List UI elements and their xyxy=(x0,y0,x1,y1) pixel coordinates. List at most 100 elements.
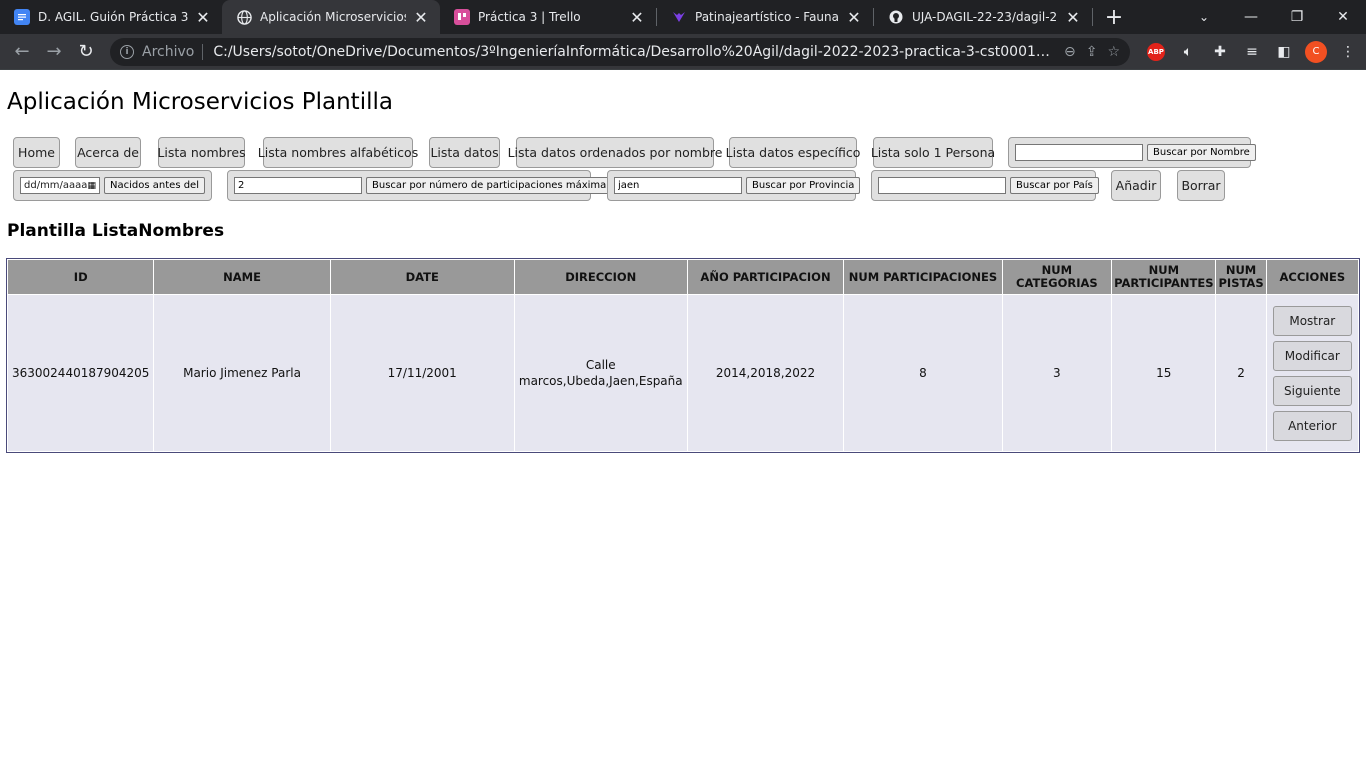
cell-direccion: Calle marcos,Ubeda,Jaen,España xyxy=(514,295,687,451)
omnibox-separator xyxy=(202,43,204,60)
header-id: ID xyxy=(8,260,154,294)
modify-button[interactable]: Modificar xyxy=(1272,340,1352,371)
country-group: Buscar por País xyxy=(871,170,1099,201)
trello-icon xyxy=(454,9,470,25)
section-title: Plantilla ListaNombres xyxy=(7,221,225,241)
names-alpha-button[interactable]: Lista nombres alfabéticos xyxy=(258,137,418,168)
search-name-button[interactable]: Buscar por Nombre xyxy=(1147,144,1256,161)
forward-icon[interactable]: → xyxy=(38,36,70,68)
single-person-button[interactable]: Lista solo 1 Persona xyxy=(871,137,995,168)
back-icon[interactable]: ← xyxy=(6,36,38,68)
country-input[interactable] xyxy=(878,177,1006,194)
data-list-button[interactable]: Lista datos xyxy=(429,137,500,168)
page-title: Aplicación Microservicios Plantilla xyxy=(7,89,393,115)
side-panel-icon[interactable]: ◧ xyxy=(1272,40,1296,64)
max-participations-button[interactable]: Buscar por número de participaciones máx… xyxy=(366,177,613,194)
names-table: ID NAME DATE DIRECCION AÑO PARTICIPACION… xyxy=(6,258,1360,453)
adblock-plus-icon[interactable]: ABP xyxy=(1144,40,1168,64)
cell-name: Mario Jimenez Parla xyxy=(154,295,330,451)
address-bar[interactable]: i Archivo C:/Users/sotot/OneDrive/Docume… xyxy=(110,37,1130,66)
menu-kebab-icon[interactable]: ⋮ xyxy=(1336,40,1360,64)
browser-toolbar: ← → ↻ i Archivo C:/Users/sotot/OneDrive/… xyxy=(0,34,1366,70)
data-sorted-button[interactable]: Lista datos ordenados por nombre xyxy=(508,137,722,168)
tab-microservicios[interactable]: Aplicación Microservicios Pla ✕ xyxy=(222,0,440,34)
delete-button[interactable]: Borrar xyxy=(1177,170,1225,201)
speaker-icon[interactable]: 🔈︎ xyxy=(1176,40,1200,64)
province-input[interactable] xyxy=(614,177,742,194)
country-button[interactable]: Buscar por País xyxy=(1010,177,1099,194)
omnibox-icons: ⊖ ⇪ ☆ xyxy=(1064,44,1120,60)
github-icon xyxy=(888,9,904,25)
cell-num-participantes: 15 xyxy=(1112,295,1216,451)
previous-button[interactable]: Anterior xyxy=(1272,410,1352,441)
close-icon[interactable]: ✕ xyxy=(194,8,212,27)
province-button[interactable]: Buscar por Provincia xyxy=(746,177,861,194)
tab-trello[interactable]: Práctica 3 | Trello ✕ xyxy=(440,0,656,34)
close-icon[interactable]: ✕ xyxy=(1064,8,1082,27)
window-controls: — ❐ ✕ xyxy=(1228,0,1366,34)
about-button[interactable]: Acerca de xyxy=(75,137,141,168)
names-list-button[interactable]: Lista nombres xyxy=(157,137,246,168)
next-button[interactable]: Siguiente xyxy=(1272,375,1352,406)
search-name-input[interactable] xyxy=(1015,144,1143,161)
tab-github[interactable]: UJA-DAGIL-22-23/dagil-2022 ✕ xyxy=(874,0,1092,34)
add-button[interactable]: Añadir xyxy=(1111,170,1161,201)
cell-num-participaciones: 8 xyxy=(844,295,1002,451)
restore-icon[interactable]: ❐ xyxy=(1274,0,1320,34)
province-group: Buscar por Provincia xyxy=(607,170,861,201)
url-text[interactable]: C:/Users/sotot/OneDrive/Documentos/3ºIng… xyxy=(213,44,1054,60)
date-placeholder: dd/mm/aaaa xyxy=(24,180,88,191)
actions-column: Mostrar Modificar Siguiente Anterior xyxy=(1271,305,1354,441)
tab-title: Patinajeartístico - Fauna xyxy=(695,10,839,24)
max-participations-group: Buscar por número de participaciones máx… xyxy=(227,170,613,201)
google-docs-icon xyxy=(14,9,30,25)
table-row: 363002440187904205 Mario Jimenez Parla 1… xyxy=(8,295,1358,451)
close-icon[interactable]: ✕ xyxy=(628,8,646,27)
header-num-pistas: NUM PISTAS xyxy=(1216,260,1266,294)
media-queue-icon[interactable]: ≡ xyxy=(1240,40,1264,64)
cell-num-pistas: 2 xyxy=(1216,295,1266,451)
minimize-icon[interactable]: — xyxy=(1228,0,1274,34)
info-icon[interactable]: i xyxy=(120,44,134,59)
born-before-group: dd/mm/aaaa ▦ Nacidos antes del xyxy=(13,170,212,201)
new-tab-button[interactable]: + xyxy=(1097,0,1131,34)
close-icon[interactable]: ✕ xyxy=(412,8,430,27)
zoom-icon[interactable]: ⊖ xyxy=(1064,44,1076,60)
header-name: NAME xyxy=(154,260,330,294)
reload-icon[interactable]: ↻ xyxy=(70,36,102,68)
birth-date-input[interactable]: dd/mm/aaaa ▦ xyxy=(20,177,101,194)
calendar-icon[interactable]: ▦ xyxy=(88,181,97,191)
browser-tab-bar: D. AGIL. Guión Práctica 3. 22/ ✕ Aplicac… xyxy=(0,0,1366,34)
star-icon[interactable]: ☆ xyxy=(1107,44,1120,60)
profile-avatar[interactable]: C xyxy=(1304,40,1328,64)
page-content: Aplicación Microservicios Plantilla Home… xyxy=(0,71,1366,768)
cell-num-categorias: 3 xyxy=(1002,295,1112,451)
header-num-categorias: NUM CATEGORIAS xyxy=(1002,260,1112,294)
tab-google-docs[interactable]: D. AGIL. Guión Práctica 3. 22/ ✕ xyxy=(0,0,222,34)
tab-title: Práctica 3 | Trello xyxy=(478,10,581,24)
close-window-icon[interactable]: ✕ xyxy=(1320,0,1366,34)
born-before-button[interactable]: Nacidos antes del xyxy=(104,177,205,194)
home-button[interactable]: Home xyxy=(13,137,60,168)
header-num-participaciones: NUM PARTICIPACIONES xyxy=(844,260,1002,294)
close-icon[interactable]: ✕ xyxy=(845,8,863,27)
header-direccion: DIRECCION xyxy=(514,260,687,294)
header-acciones: ACCIONES xyxy=(1266,260,1358,294)
show-button[interactable]: Mostrar xyxy=(1272,305,1352,336)
share-icon[interactable]: ⇪ xyxy=(1086,44,1098,60)
cell-acciones: Mostrar Modificar Siguiente Anterior xyxy=(1266,295,1358,451)
globe-icon xyxy=(236,9,252,25)
extensions-puzzle-icon[interactable]: ✚ xyxy=(1208,40,1232,64)
data-specific-button[interactable]: Lista datos específico xyxy=(726,137,860,168)
cell-anio-participacion: 2014,2018,2022 xyxy=(687,295,844,451)
header-num-participantes: NUM PARTICIPANTES xyxy=(1112,260,1216,294)
cell-date: 17/11/2001 xyxy=(330,295,514,451)
fauna-icon xyxy=(671,9,687,25)
tab-search-icon[interactable]: ⌄ xyxy=(1192,0,1216,34)
header-anio-participacion: AÑO PARTICIPACION xyxy=(687,260,844,294)
tab-title: D. AGIL. Guión Práctica 3. 22/ xyxy=(38,10,188,24)
tab-fauna[interactable]: Patinajeartístico - Fauna ✕ xyxy=(657,0,873,34)
extensions-area: ABP 🔈︎ ✚ ≡ ◧ C ⋮ xyxy=(1144,40,1360,64)
table-header-row: ID NAME DATE DIRECCION AÑO PARTICIPACION… xyxy=(8,260,1358,294)
max-participations-input[interactable] xyxy=(234,177,362,194)
